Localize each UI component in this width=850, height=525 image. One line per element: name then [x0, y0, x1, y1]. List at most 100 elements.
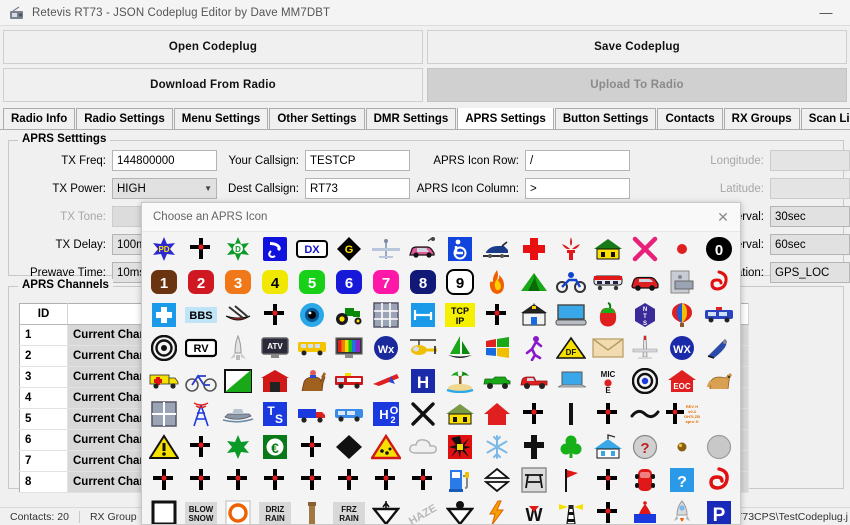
gray-circle-icon[interactable]: [700, 431, 737, 463]
circle-7-icon[interactable]: 7: [367, 266, 404, 298]
glider-icon[interactable]: [367, 365, 404, 397]
x-icon[interactable]: [626, 233, 663, 265]
helicopter-icon[interactable]: [404, 332, 441, 364]
post-icon[interactable]: [293, 497, 330, 525]
driz-rain-icon[interactable]: DRIZRAIN: [256, 497, 293, 525]
ambulance-icon[interactable]: [145, 365, 182, 397]
dog-icon[interactable]: [700, 365, 737, 397]
updown-diamond-icon[interactable]: [478, 464, 515, 496]
van-icon[interactable]: [330, 398, 367, 430]
grid2-icon[interactable]: [145, 398, 182, 430]
digipeater9-cross-icon[interactable]: [182, 464, 219, 496]
wind-w-icon[interactable]: W: [515, 497, 552, 525]
small-dot-icon[interactable]: [663, 431, 700, 463]
house-qth-icon[interactable]: [589, 233, 626, 265]
school-bus-icon[interactable]: [293, 332, 330, 364]
aprs-icon-column-input[interactable]: >: [525, 178, 630, 199]
bicycle-icon[interactable]: [182, 365, 219, 397]
info-question-icon[interactable]: ?: [663, 464, 700, 496]
picnic-icon[interactable]: [515, 464, 552, 496]
dx-cluster-icon[interactable]: DX: [293, 233, 330, 265]
red-flag-icon[interactable]: [552, 464, 589, 496]
rocket-icon[interactable]: [663, 497, 700, 525]
digipeater14-cross-icon[interactable]: [367, 464, 404, 496]
open-codeplug-button[interactable]: Open Codeplug: [3, 30, 423, 64]
fire-icon[interactable]: [478, 266, 515, 298]
tx-power-select[interactable]: HIGH ▼: [112, 178, 217, 199]
digipeater8-cross-icon[interactable]: [145, 464, 182, 496]
circle-0-icon[interactable]: 0: [700, 233, 737, 265]
rx-interval-select[interactable]: 60sec: [770, 234, 850, 255]
tab-radio-info[interactable]: Radio Info: [3, 108, 75, 129]
mic-e-icon[interactable]: MICE: [589, 365, 626, 397]
digipeater15-cross-icon[interactable]: [404, 464, 441, 496]
fire-truck-icon[interactable]: [330, 365, 367, 397]
gateway-g-icon[interactable]: G: [330, 233, 367, 265]
circle-2-icon[interactable]: 2: [182, 266, 219, 298]
digipeater12-cross-icon[interactable]: [293, 464, 330, 496]
location-select[interactable]: GPS_LOC: [770, 262, 850, 283]
canoe-icon[interactable]: [219, 299, 256, 331]
school-house-icon[interactable]: [515, 299, 552, 331]
tab-button-settings[interactable]: Button Settings: [555, 108, 657, 129]
snowmobile-icon[interactable]: [478, 233, 515, 265]
red-dot-icon[interactable]: [663, 233, 700, 265]
dest-callsign-input[interactable]: RT73: [305, 178, 410, 199]
red-burst-icon[interactable]: [441, 431, 478, 463]
railroad-engine-icon[interactable]: [589, 266, 626, 298]
digipeater16-cross-icon[interactable]: [589, 464, 626, 496]
save-codeplug-button[interactable]: Save Codeplug: [427, 30, 847, 64]
roadwork-icon[interactable]: [367, 431, 404, 463]
aprs-icon-row-input[interactable]: /: [525, 150, 630, 171]
tilde-wave-icon[interactable]: [626, 398, 663, 430]
lighthouse-icon[interactable]: [552, 497, 589, 525]
warning-triangle-icon[interactable]: [145, 431, 182, 463]
cloud-icon[interactable]: [404, 431, 441, 463]
your-callsign-input[interactable]: TESTCP: [305, 150, 410, 171]
truck-stop-icon[interactable]: TS: [256, 398, 293, 430]
water-station-icon[interactable]: H2O: [367, 398, 404, 430]
tab-scan-lists[interactable]: Scan Lists: [801, 108, 850, 129]
bbs-icon[interactable]: BBS: [182, 299, 219, 331]
phone-icon[interactable]: [256, 233, 293, 265]
digipeater6-cross-icon[interactable]: [182, 431, 219, 463]
pickup-truck-icon[interactable]: [515, 365, 552, 397]
blow-snow-icon[interactable]: BLOWSNOW: [182, 497, 219, 525]
question-gray-icon[interactable]: ?: [626, 431, 663, 463]
triangle-down-icon[interactable]: [367, 497, 404, 525]
target-icon[interactable]: [145, 332, 182, 364]
vertical-bar-icon[interactable]: [552, 398, 589, 430]
digipeater13-cross-icon[interactable]: [330, 464, 367, 496]
boat-harbor-icon[interactable]: [626, 497, 663, 525]
farm-barn-icon[interactable]: [256, 365, 293, 397]
tx-freq-input[interactable]: 144800000: [112, 150, 217, 171]
small-aircraft-icon[interactable]: [367, 233, 404, 265]
digipeater-cross-icon[interactable]: [182, 233, 219, 265]
digipeater3-cross-icon[interactable]: [478, 299, 515, 331]
digipeater5-cross-icon[interactable]: [589, 398, 626, 430]
file-server-icon[interactable]: [663, 266, 700, 298]
digipeater4-cross-icon[interactable]: [515, 398, 552, 430]
campground-icon[interactable]: [515, 266, 552, 298]
red-cross-icon[interactable]: [515, 233, 552, 265]
satellite-dish-icon[interactable]: [700, 332, 737, 364]
circle-4-icon[interactable]: 4: [256, 266, 293, 298]
frz-rain-icon[interactable]: FRZRAIN: [330, 497, 367, 525]
orange-circle-icon[interactable]: [219, 497, 256, 525]
haze-icon[interactable]: HAZE: [404, 497, 441, 525]
grid-square-icon[interactable]: [367, 299, 404, 331]
tx-interval-select[interactable]: 30sec: [770, 206, 850, 227]
rev-cross-icon[interactable]: REV Hv0.3OH7LZBaprs'.fi: [663, 398, 700, 430]
gas-station-icon[interactable]: [441, 464, 478, 496]
hospital-icon[interactable]: H: [404, 365, 441, 397]
tcpip-icon[interactable]: TCPIP: [441, 299, 478, 331]
red-house-icon[interactable]: [478, 398, 515, 430]
parking-icon[interactable]: P: [700, 497, 737, 525]
nts-station-icon[interactable]: NTS: [626, 299, 663, 331]
jeep-icon[interactable]: [478, 365, 515, 397]
digipeater7-cross-icon[interactable]: [293, 431, 330, 463]
x-service-icon[interactable]: [404, 398, 441, 430]
df-triangle-icon[interactable]: DF: [552, 332, 589, 364]
antenna-tower-icon[interactable]: [182, 398, 219, 430]
green-flag-icon[interactable]: [219, 365, 256, 397]
